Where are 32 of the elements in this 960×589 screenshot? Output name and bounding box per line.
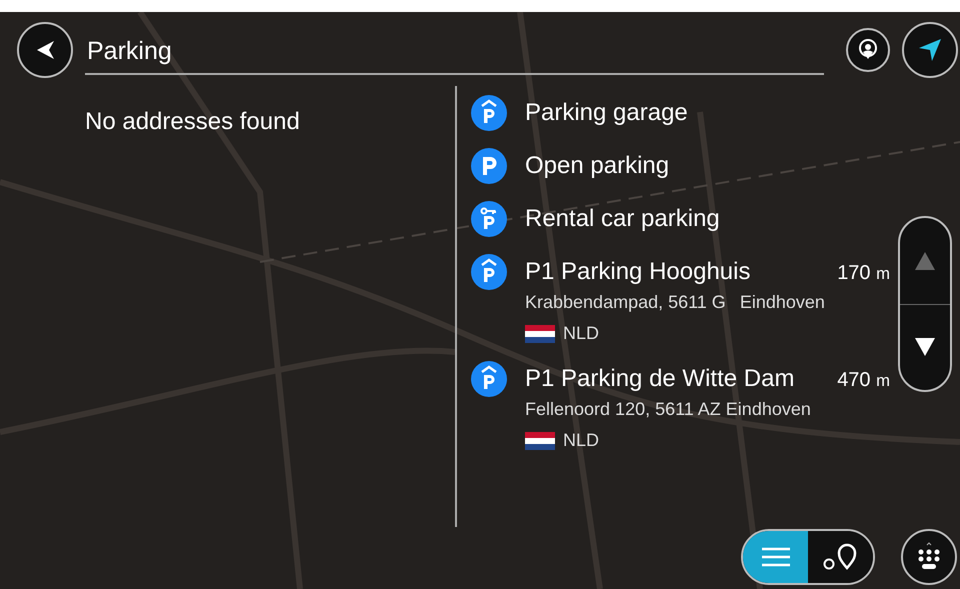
result-distance: 470 m: [837, 369, 890, 392]
search-result[interactable]: Open parking: [471, 141, 890, 194]
result-name: P1 Parking Hooghuis: [525, 258, 752, 286]
result-country: NLD: [563, 323, 600, 344]
list-view-button[interactable]: [743, 531, 808, 583]
result-name: Rental car parking: [525, 205, 721, 233]
result-city: Eindhoven: [740, 292, 825, 313]
down-arrow-icon: [914, 337, 936, 358]
search-result[interactable]: Rental car parking: [471, 194, 890, 247]
result-address: Krabbendampad, 5611 G: [525, 292, 726, 313]
result-address: Fellenoord 120, 5611 AZ Eindhoven: [525, 399, 811, 420]
parking-icon: [471, 201, 507, 237]
search-result[interactable]: Parking garage: [471, 88, 890, 141]
parking-icon: [471, 148, 507, 184]
flag-icon: [525, 432, 555, 450]
result-country: NLD: [563, 430, 600, 451]
up-arrow-icon: [914, 250, 936, 271]
search-field[interactable]: Parking: [85, 29, 824, 75]
result-distance: 170 m: [837, 262, 890, 285]
search-result[interactable]: P1 Parking Hooghuis 170 m Krabbendampad, 5611 G Eindhoven NLD: [471, 247, 890, 354]
navigation-arrow-icon: [917, 37, 943, 63]
result-name: P1 Parking de Witte Dam: [525, 365, 796, 393]
parking-icon: [471, 95, 507, 131]
result-name: Open parking: [525, 152, 670, 180]
search-result[interactable]: P1 Parking de Witte Dam 470 m Fellenoord 120, 5611 AZ Eindhoven NLD: [471, 354, 890, 461]
location-pin-button[interactable]: [846, 28, 890, 72]
no-results-message: No addresses found: [85, 108, 301, 136]
list-icon: [760, 546, 790, 568]
parking-icon: [471, 254, 507, 290]
result-name: Parking garage: [525, 99, 689, 127]
flag-icon: [525, 324, 555, 342]
parking-icon: [471, 361, 507, 397]
